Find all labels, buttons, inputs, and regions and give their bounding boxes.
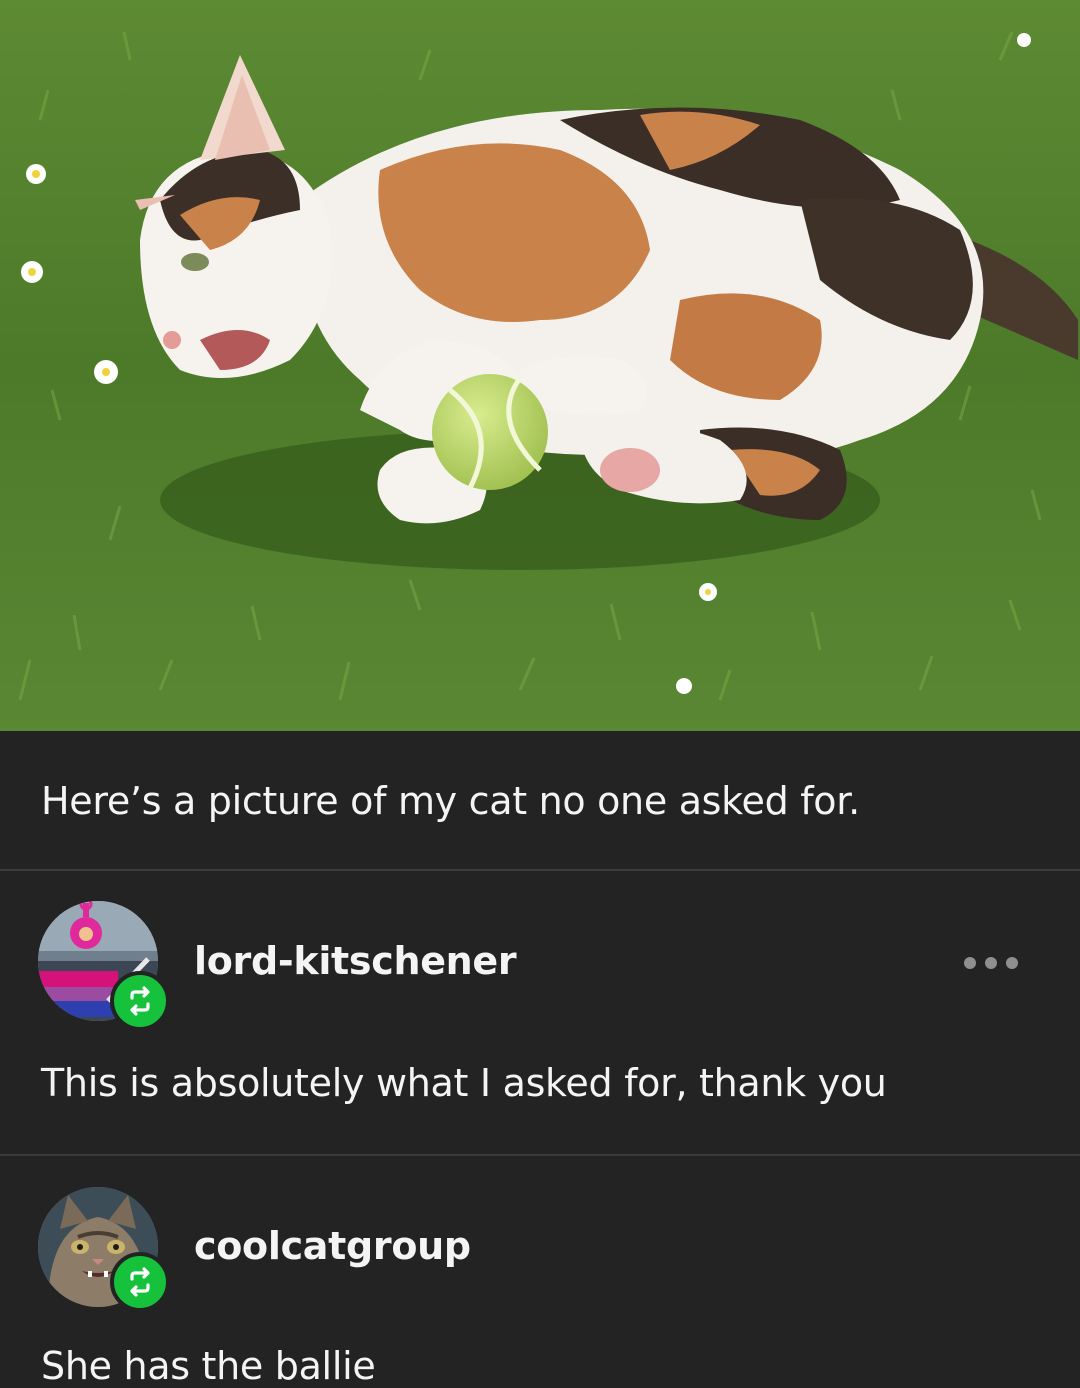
reblog-text: This is absolutely what I asked for, tha… [41, 1061, 887, 1105]
reblog-text: She has the ballie [41, 1344, 376, 1388]
more-options-icon[interactable] [964, 956, 1018, 970]
post-caption-block: Here’s a picture of my cat no one asked … [0, 731, 1080, 869]
dot [985, 957, 997, 969]
reblog-item: coolcatgroup She has the ballie [0, 1156, 1080, 1388]
reblog-item: lord-kitschener This is absolutely what … [0, 871, 1080, 1154]
dot [1006, 957, 1018, 969]
tennis-ball [432, 374, 548, 490]
reblog-icon [130, 986, 150, 1016]
reblog-username[interactable]: coolcatgroup [194, 1224, 471, 1268]
cat-photo-image [0, 0, 1080, 731]
reblog-badge [110, 1252, 170, 1312]
reblog-icon [130, 1267, 150, 1297]
post-photo[interactable] [0, 0, 1080, 731]
reblog-badge [110, 971, 170, 1031]
post-caption: Here’s a picture of my cat no one asked … [41, 779, 860, 823]
dot [964, 957, 976, 969]
reblog-username[interactable]: lord-kitschener [194, 939, 517, 983]
